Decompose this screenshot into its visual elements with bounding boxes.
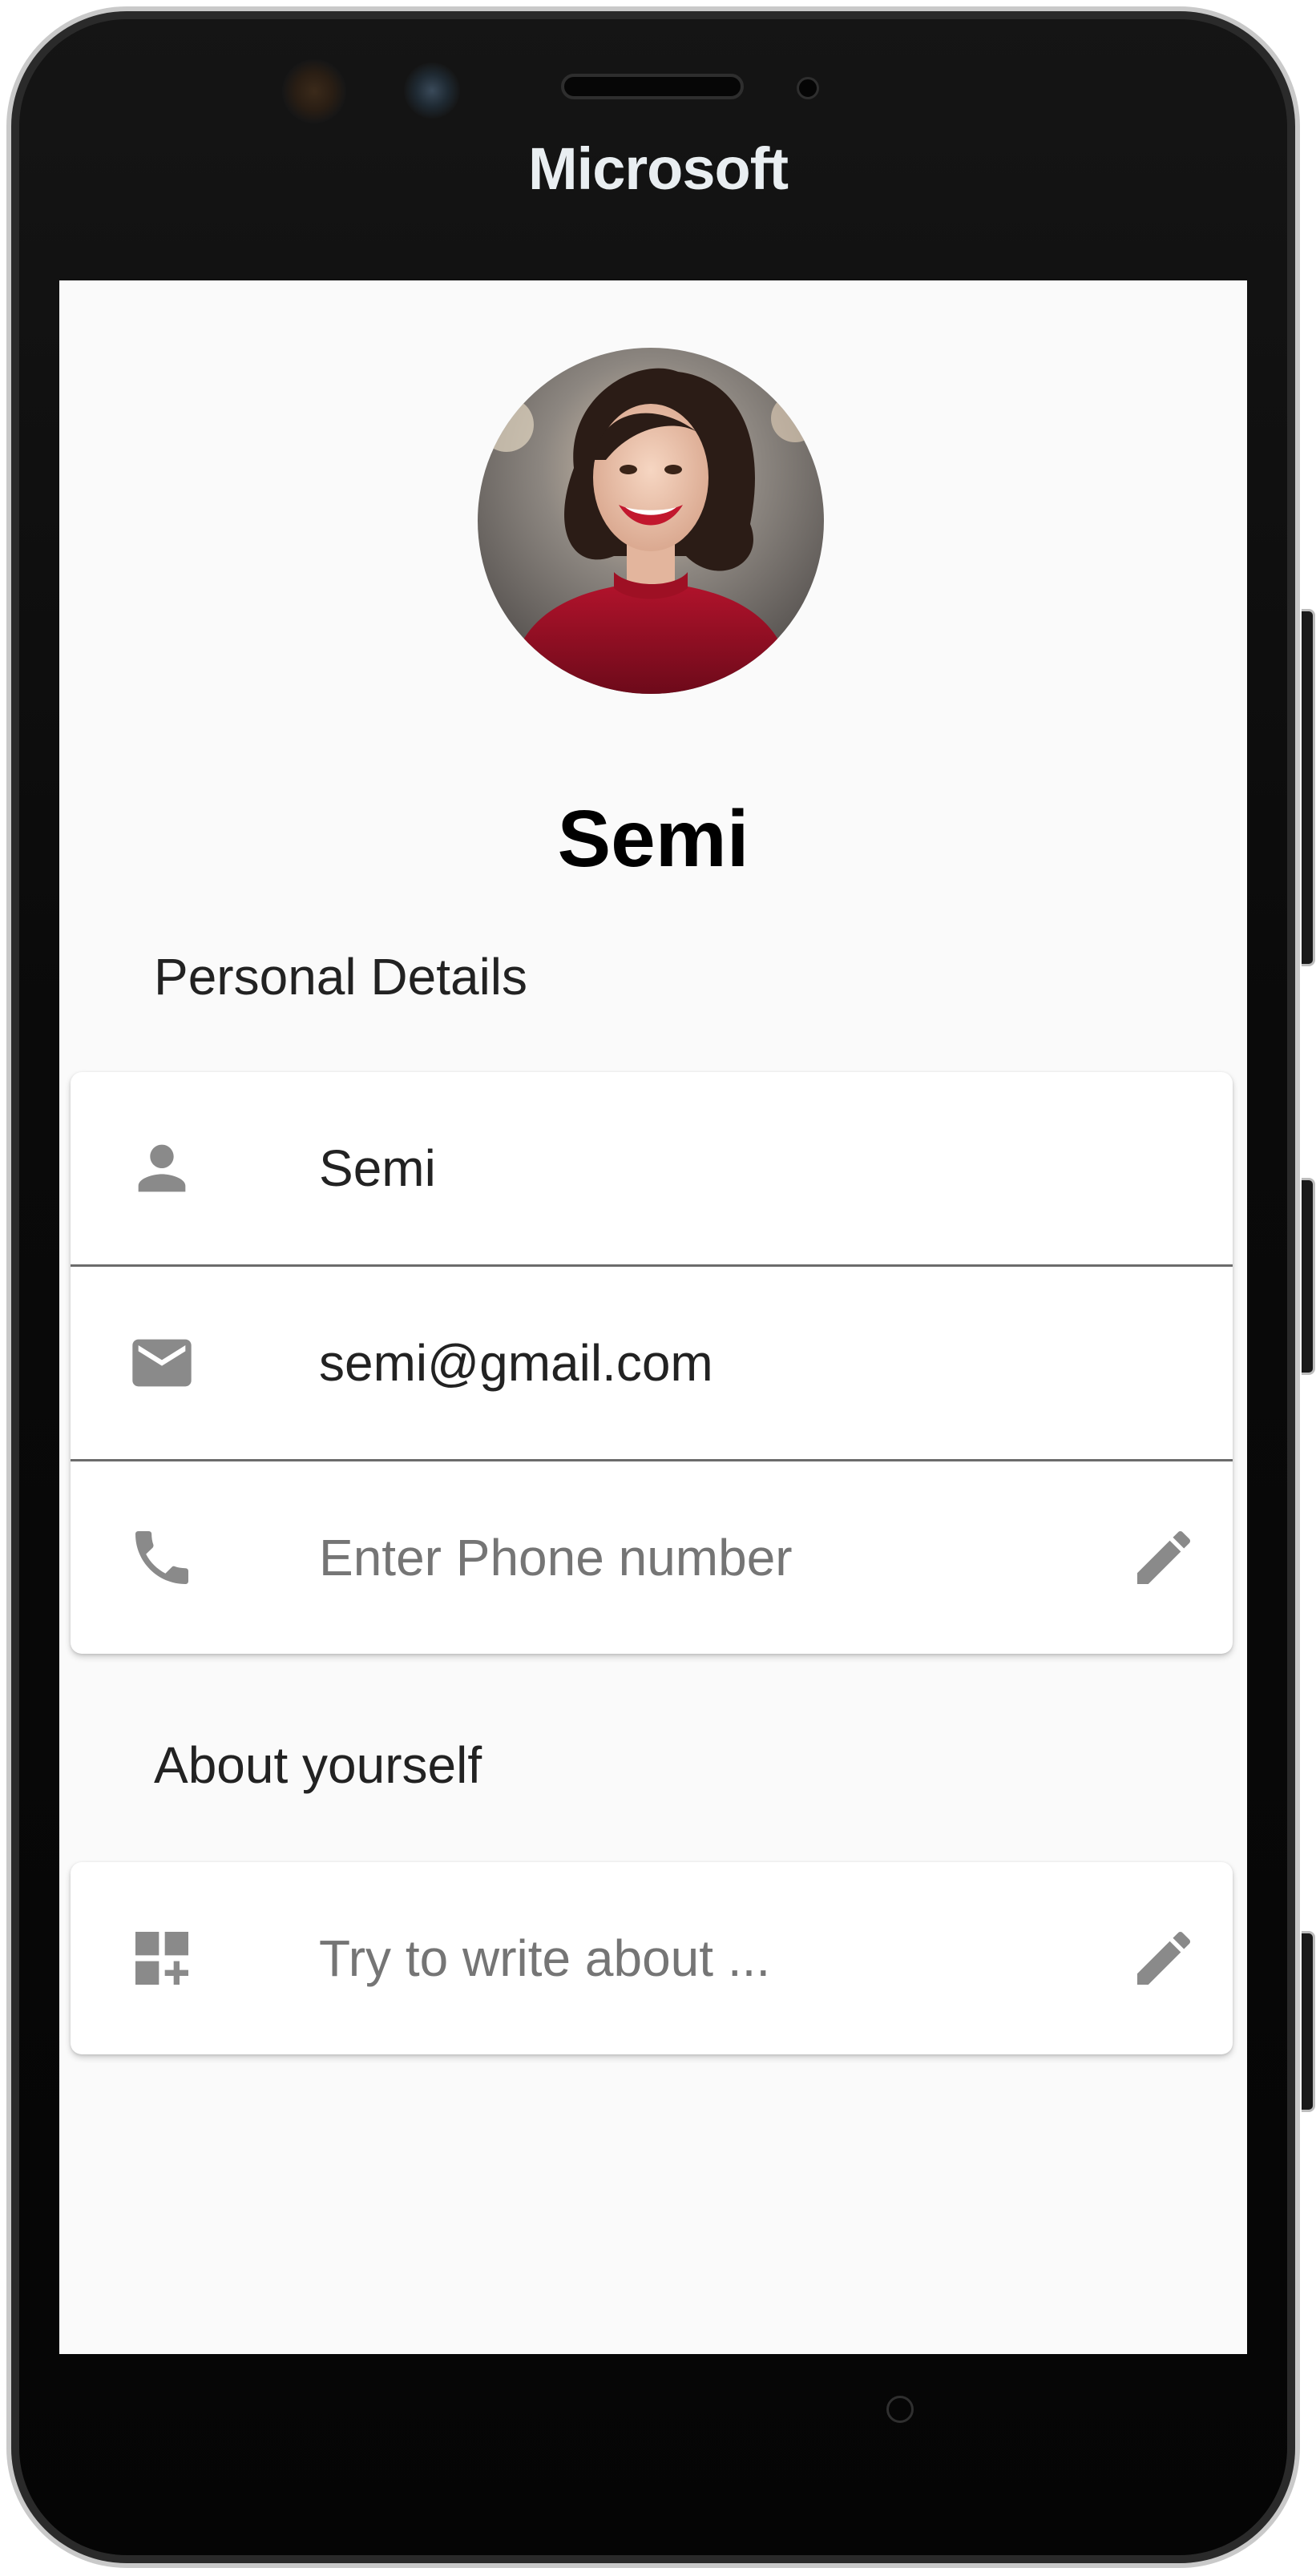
mail-icon (132, 1339, 192, 1387)
avatar-photo (478, 348, 824, 694)
dashboard-add-icon (135, 1932, 188, 1985)
home-indicator (886, 2396, 914, 2423)
email-value: semi@gmail.com (319, 1334, 713, 1392)
device-brand-logo: Microsoft (528, 135, 789, 202)
phone-icon (135, 1531, 188, 1584)
proximity-sensor (797, 77, 819, 99)
volume-down-button (1302, 1178, 1315, 1375)
earpiece-speaker (561, 74, 744, 99)
profile-name: Semi (557, 794, 749, 884)
pencil-icon[interactable] (1128, 1522, 1199, 1593)
avatar[interactable] (478, 348, 824, 694)
phone-row[interactable]: Enter Phone number (71, 1459, 1233, 1654)
name-value: Semi (319, 1139, 436, 1197)
about-yourself-heading: About yourself (154, 1736, 482, 1794)
personal-details-heading: Personal Details (154, 948, 527, 1006)
name-row[interactable]: Semi (71, 1072, 1233, 1264)
person-icon (138, 1144, 186, 1192)
phone-input[interactable]: Enter Phone number (319, 1461, 793, 1654)
personal-details-card: Semi semi@gmail.com Enter Phone number (71, 1072, 1233, 1654)
about-input[interactable]: Try to write about ... (319, 1862, 770, 2054)
front-camera (282, 59, 346, 123)
about-row[interactable]: Try to write about ... (71, 1862, 1233, 2054)
email-row[interactable]: semi@gmail.com (71, 1264, 1233, 1459)
about-card: Try to write about ... (71, 1862, 1233, 2054)
app-screen: Semi Personal Details Semi semi@gmail.co… (59, 280, 1247, 2354)
pencil-icon[interactable] (1128, 1923, 1199, 1993)
power-button (1302, 1931, 1315, 2112)
front-sensor-camera (404, 62, 460, 119)
volume-up-button (1302, 609, 1315, 966)
